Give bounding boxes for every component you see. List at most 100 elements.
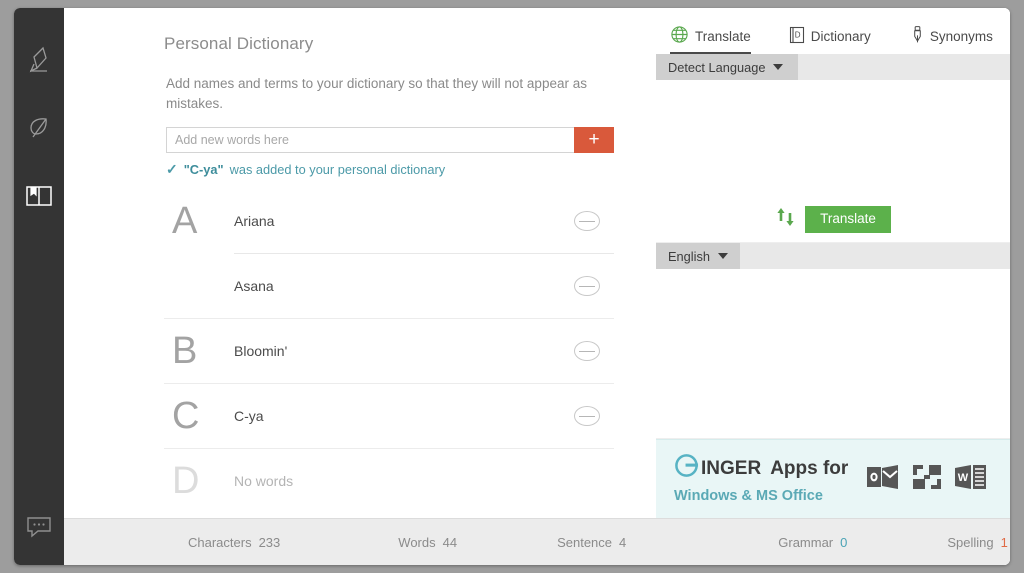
notice-text: was added to your personal dictionary — [230, 162, 446, 177]
empty-placeholder: No words — [234, 473, 574, 489]
svg-text:D: D — [794, 31, 800, 40]
word-label: Asana — [234, 278, 574, 294]
status-label: Spelling — [947, 535, 993, 550]
panes: Personal Dictionary Add names and terms … — [64, 8, 1010, 518]
pen-nib-icon — [911, 25, 924, 47]
tab-translate[interactable]: Translate — [664, 25, 761, 54]
add-word-button[interactable]: + — [574, 127, 614, 153]
notice-word: "C-ya" — [184, 162, 224, 177]
letter-group: DNo words — [164, 448, 614, 513]
tab-synonyms-label: Synonyms — [930, 29, 993, 44]
promo-apps-for: Apps for — [770, 457, 848, 481]
status-bar: Characters 233 Words 44 Sentence 4 Grammar 0 Spe… — [64, 518, 1010, 565]
letter-group: BBloomin' — [164, 318, 614, 383]
translate-source-box[interactable]: Translate — [656, 80, 1010, 243]
status-value: 44 — [443, 535, 457, 550]
ginger-g-icon — [674, 453, 699, 485]
outlook-icon[interactable] — [866, 462, 900, 497]
chevron-down-icon — [773, 64, 783, 70]
remove-word-button[interactable] — [574, 341, 600, 361]
ginger-apps-promo[interactable]: INGER Apps for Windows & MS Office — [656, 439, 1010, 518]
status-item-grammar: Grammar 0 — [778, 535, 847, 550]
personal-dictionary-pane: Personal Dictionary Add names and terms … — [64, 8, 656, 518]
sidebar-item-dictionary[interactable] — [14, 162, 64, 230]
globe-icon — [670, 25, 689, 47]
letter-group: AAriana Asana — [164, 189, 614, 318]
dictionary-description: Add names and terms to your dictionary s… — [166, 74, 614, 115]
book-icon — [24, 183, 54, 209]
letter-group: CC-ya — [164, 383, 614, 448]
translate-pane: Translate D Dictionary — [656, 8, 1010, 518]
sidebar-item-rephrase[interactable] — [14, 94, 64, 162]
status-value: 0 — [840, 535, 847, 550]
source-language-bar: Detect Language — [656, 54, 1010, 80]
left-rail — [14, 8, 64, 565]
letter-heading: D — [164, 462, 234, 500]
add-word-row: + — [166, 127, 614, 153]
translate-target-box[interactable] — [656, 269, 1010, 439]
letter-heading: A — [164, 202, 234, 240]
leaf-icon — [25, 114, 53, 142]
word-label: Ariana — [234, 213, 574, 229]
promo-brand: INGER — [701, 457, 761, 481]
status-item-words: Words 44 — [398, 535, 457, 550]
source-language-select[interactable]: Detect Language — [656, 54, 798, 80]
status-item-sentence: Sentence 4 — [557, 535, 626, 550]
source-language-label: Detect Language — [668, 60, 765, 75]
promo-line-1: INGER Apps for — [674, 453, 848, 485]
tab-translate-label: Translate — [695, 29, 751, 44]
dictionary-notice: ✓ "C-ya" was added to your personal dict… — [166, 162, 614, 177]
target-language-label: English — [668, 249, 710, 264]
word-row: DNo words — [164, 449, 614, 513]
status-value: 1 — [1001, 535, 1008, 550]
letter-heading: C — [164, 397, 234, 435]
word-list: AArianaAsanaBBloomin'CC-yaDNo words — [164, 189, 614, 513]
status-item-characters: Characters 233 — [188, 535, 280, 550]
chevron-down-icon — [718, 253, 728, 259]
promo-icons: W — [866, 462, 988, 497]
dictionary-inner: Personal Dictionary Add names and terms … — [64, 8, 656, 513]
status-label: Characters — [188, 535, 252, 550]
word-row: AAriana — [164, 189, 614, 253]
swap-arrows-icon[interactable] — [775, 205, 797, 234]
status-label: Sentence — [557, 535, 612, 550]
status-label: Words — [398, 535, 435, 550]
remove-word-button[interactable] — [574, 406, 600, 426]
status-value: 4 — [619, 535, 626, 550]
word-row: Asana — [164, 254, 614, 318]
status-label: Grammar — [778, 535, 833, 550]
rail-top-group — [14, 8, 64, 230]
word-label: C-ya — [234, 408, 574, 424]
promo-text: INGER Apps for Windows & MS Office — [674, 453, 848, 506]
sidebar-item-write[interactable] — [14, 26, 64, 94]
status-item-spelling: Spelling 1 — [947, 535, 1008, 550]
svg-text:W: W — [958, 472, 969, 484]
app-window: Personal Dictionary Add names and terms … — [14, 8, 1010, 565]
tab-synonyms[interactable]: Synonyms — [905, 25, 1003, 54]
book-d-icon: D — [789, 26, 805, 47]
target-language-select[interactable]: English — [656, 243, 740, 269]
office-icon[interactable] — [911, 462, 943, 497]
tab-dictionary-label: Dictionary — [811, 29, 871, 44]
word-label: Bloomin' — [234, 343, 574, 359]
add-word-input[interactable] — [166, 127, 574, 153]
pen-nib-icon — [26, 45, 52, 75]
check-icon: ✓ — [166, 162, 178, 176]
sidebar-item-feedback[interactable] — [14, 507, 64, 551]
target-language-bar: English — [656, 243, 1010, 269]
page-title: Personal Dictionary — [164, 34, 614, 54]
word-row: CC-ya — [164, 384, 614, 448]
promo-line-2: Windows & MS Office — [674, 487, 848, 505]
chat-bubble-icon — [25, 514, 53, 545]
content-area: Personal Dictionary Add names and terms … — [64, 8, 1010, 565]
word-icon[interactable]: W — [954, 462, 988, 497]
translate-action-row: Translate — [656, 205, 1010, 234]
word-row: BBloomin' — [164, 319, 614, 383]
translate-button[interactable]: Translate — [805, 206, 891, 233]
tab-dictionary[interactable]: D Dictionary — [783, 26, 881, 54]
status-value: 233 — [259, 535, 281, 550]
letter-heading: B — [164, 332, 234, 370]
translate-tabs: Translate D Dictionary — [656, 8, 1010, 54]
remove-word-button[interactable] — [574, 211, 600, 231]
remove-word-button[interactable] — [574, 276, 600, 296]
